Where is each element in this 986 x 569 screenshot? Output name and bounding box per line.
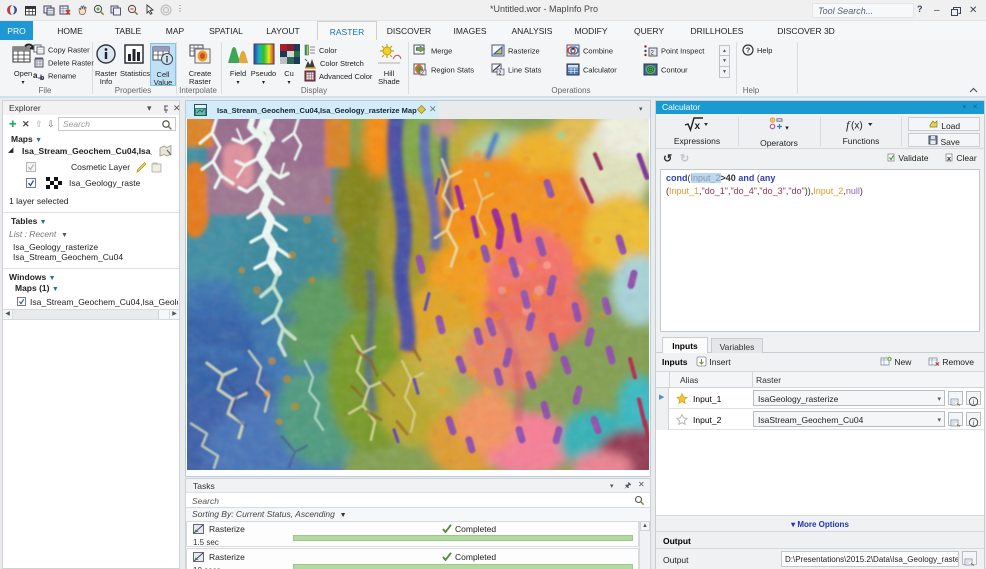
svg-text:(x): (x) — [851, 121, 863, 132]
svg-text:?: ? — [746, 46, 751, 55]
svg-text:i: i — [973, 419, 975, 427]
svg-text:b: b — [40, 75, 44, 81]
svg-text:2: 2 — [421, 71, 424, 77]
svg-text:x: x — [695, 121, 701, 132]
svg-text:a: a — [33, 71, 38, 80]
svg-text:i: i — [973, 398, 975, 406]
svg-text:2: 2 — [499, 71, 502, 77]
